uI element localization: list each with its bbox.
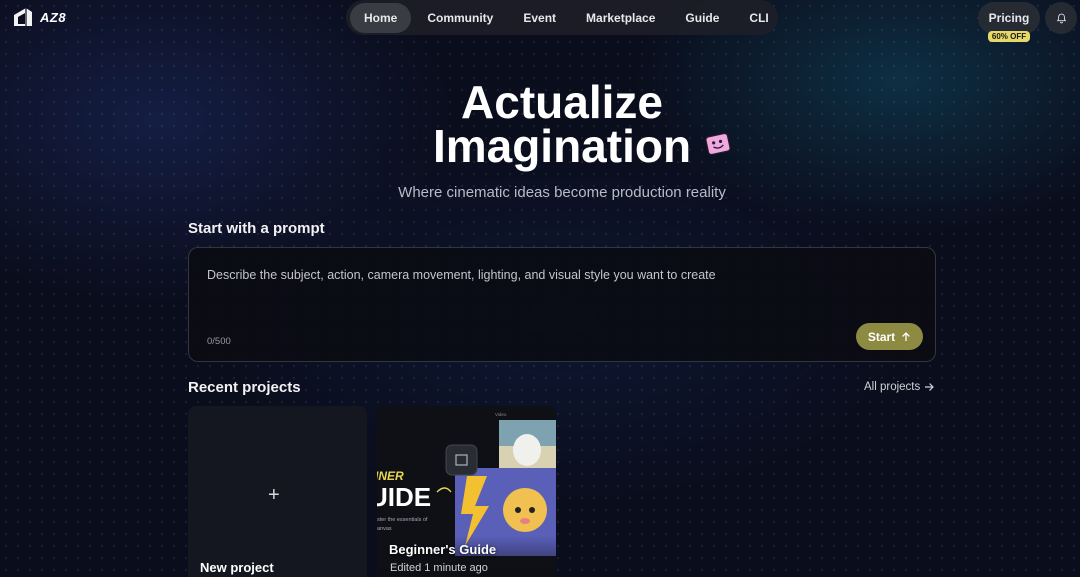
project-name: Beginner's Guide xyxy=(389,542,497,557)
prompt-placeholder: Describe the subject, action, camera mov… xyxy=(207,268,716,282)
nav-community[interactable]: Community xyxy=(413,3,507,33)
project-card[interactable]: INER UIDE ster the essentials of anvas V… xyxy=(377,406,556,577)
nav-guide[interactable]: Guide xyxy=(671,3,733,33)
arrow-up-icon xyxy=(902,331,911,341)
new-project-label: New project xyxy=(200,560,274,575)
plus-icon: + xyxy=(268,484,280,506)
hero-subtitle: Where cinematic ideas become production … xyxy=(398,184,726,201)
recent-projects-label: Recent projects xyxy=(188,379,301,396)
all-projects-link[interactable]: All projects xyxy=(864,381,935,393)
svg-text:INER: INER xyxy=(377,469,404,483)
all-projects-label: All projects xyxy=(864,381,921,393)
svg-text:Video: Video xyxy=(495,412,507,417)
logo-text: AZ8 xyxy=(40,9,67,25)
nav-event[interactable]: Event xyxy=(509,3,570,33)
logo-icon xyxy=(14,8,32,26)
top-nav: Home Community Event Marketplace Guide C… xyxy=(346,0,778,35)
nav-home[interactable]: Home xyxy=(350,2,412,33)
svg-text:anvas: anvas xyxy=(377,526,392,532)
notifications-button[interactable] xyxy=(1045,2,1077,34)
prompt-input[interactable]: Describe the subject, action, camera mov… xyxy=(188,247,936,362)
new-project-card[interactable]: + New project xyxy=(188,406,367,577)
start-button[interactable]: Start xyxy=(856,323,923,350)
project-edited-time: Edited 1 minute ago xyxy=(390,562,488,574)
pricing-button[interactable]: Pricing xyxy=(978,2,1040,34)
svg-text:ster the essentials of: ster the essentials of xyxy=(377,517,428,523)
arrow-right-icon xyxy=(925,383,935,391)
character-counter: 0/500 xyxy=(207,336,231,347)
hero-title-line2: Imagination xyxy=(432,120,692,172)
app-logo[interactable]: AZ8 xyxy=(12,6,66,28)
bell-icon xyxy=(1056,13,1066,23)
prompt-section-label: Start with a prompt xyxy=(188,220,325,237)
svg-text:UIDE: UIDE xyxy=(377,482,431,512)
nav-cli[interactable]: CLI xyxy=(735,3,782,33)
start-label: Start xyxy=(867,329,896,344)
discount-badge: 60% OFF xyxy=(988,31,1030,42)
hero-title-line1: Actualize xyxy=(461,76,663,128)
nav-marketplace[interactable]: Marketplace xyxy=(572,3,669,33)
